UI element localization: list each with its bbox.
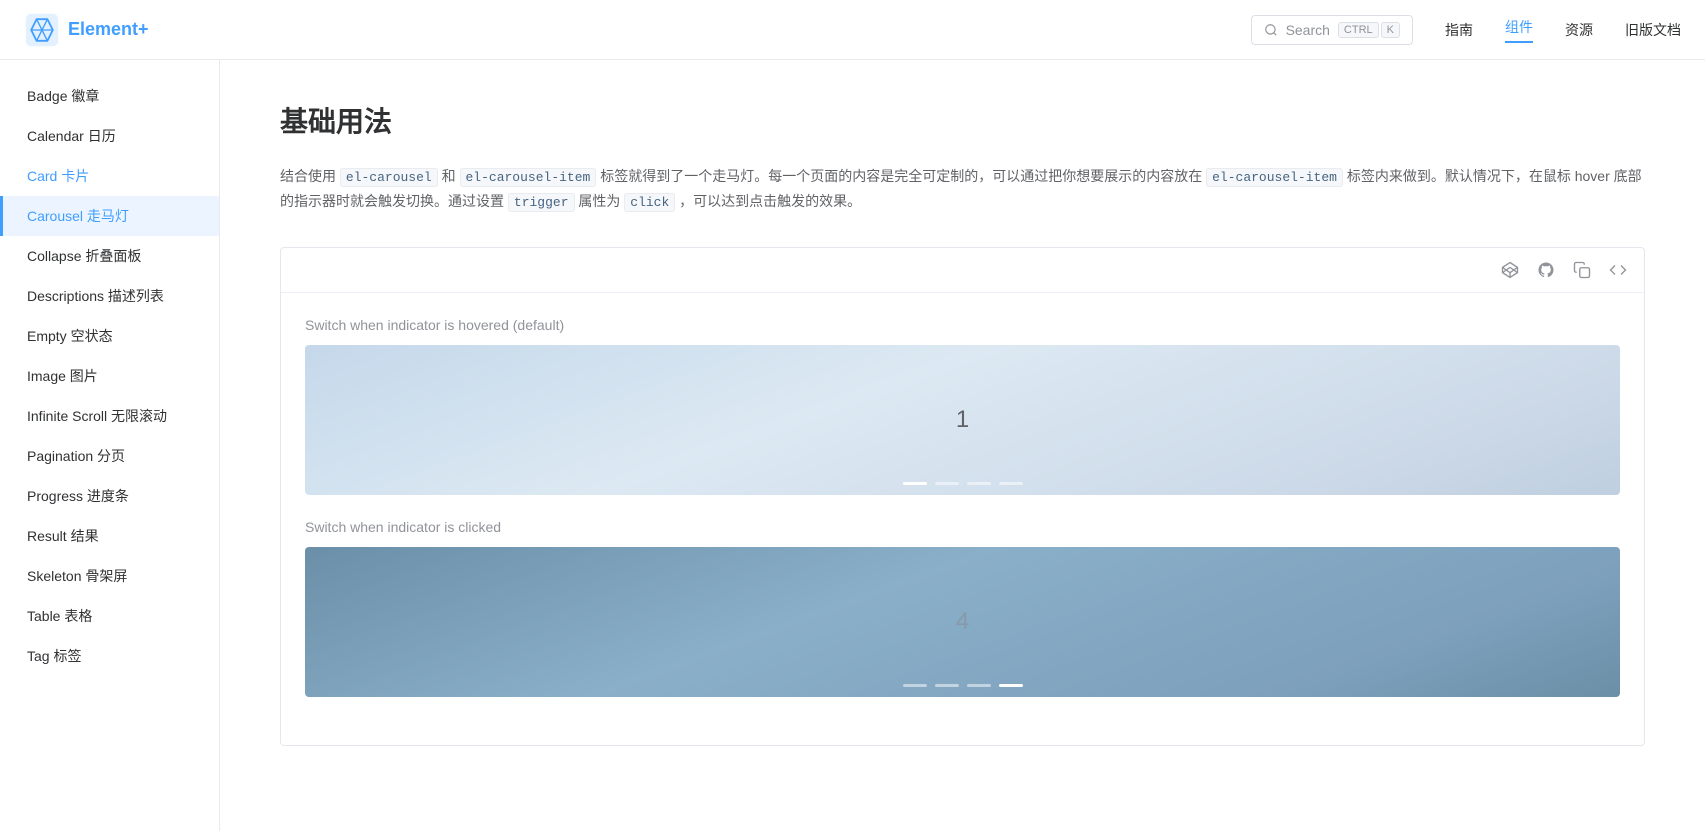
carousel-indicator-1[interactable] — [903, 482, 927, 485]
carousel-click-indicator-2[interactable] — [935, 684, 959, 687]
carousel-click-indicator-4[interactable] — [999, 684, 1023, 687]
carousel-hover-wrapper[interactable]: 1 — [305, 345, 1620, 495]
demo-card: Switch when indicator is hovered (defaul… — [280, 247, 1645, 746]
demo-content: Switch when indicator is hovered (defaul… — [281, 293, 1644, 745]
carousel-click-indicators — [903, 684, 1023, 687]
header: Element+ Search CTRL K 指南 组件 资源 旧版文档 — [0, 0, 1705, 60]
sidebar-item-progress[interactable]: Progress 进度条 — [0, 476, 219, 516]
search-label: Search — [1286, 22, 1330, 38]
sidebar-item-result[interactable]: Result 结果 — [0, 516, 219, 556]
logo-icon — [24, 12, 60, 48]
carousel-hover-section: Switch when indicator is hovered (defaul… — [305, 317, 1620, 495]
sidebar-item-infinite-scroll[interactable]: Infinite Scroll 无限滚动 — [0, 396, 219, 436]
header-nav: Search CTRL K 指南 组件 资源 旧版文档 — [1251, 15, 1681, 45]
carousel-hover-indicators — [903, 482, 1023, 485]
sidebar-item-skeleton[interactable]: Skeleton 骨架屏 — [0, 556, 219, 596]
carousel-click-indicator-3[interactable] — [967, 684, 991, 687]
sidebar-item-badge[interactable]: Badge 徽章 — [0, 76, 219, 116]
kbd-k: K — [1381, 22, 1400, 38]
carousel-indicator-3[interactable] — [967, 482, 991, 485]
main-content: 基础用法 结合使用 el-carousel 和 el-carousel-item… — [220, 60, 1705, 831]
search-bar[interactable]: Search CTRL K — [1251, 15, 1413, 45]
copy-icon[interactable] — [1572, 260, 1592, 280]
logo[interactable]: Element+ — [24, 12, 149, 48]
nav-resources[interactable]: 资源 — [1565, 20, 1593, 40]
layout: Badge 徽章 Calendar 日历 Card 卡片 Carousel 走马… — [0, 60, 1705, 831]
carousel-click-slide: 4 — [305, 547, 1620, 697]
carousel-slide-number: 1 — [956, 406, 969, 434]
carousel-indicator-4[interactable] — [999, 482, 1023, 485]
kbd-ctrl: CTRL — [1338, 22, 1379, 38]
nav-components[interactable]: 组件 — [1505, 17, 1533, 43]
carousel-hover-slide: 1 — [305, 345, 1620, 495]
carousel-indicator-2[interactable] — [935, 482, 959, 485]
sidebar-item-tag[interactable]: Tag 标签 — [0, 636, 219, 676]
sidebar-item-image[interactable]: Image 图片 — [0, 356, 219, 396]
sidebar-item-descriptions[interactable]: Descriptions 描述列表 — [0, 276, 219, 316]
codepen-icon[interactable] — [1500, 260, 1520, 280]
search-icon — [1264, 23, 1278, 37]
sidebar-item-empty[interactable]: Empty 空状态 — [0, 316, 219, 356]
carousel-click-indicator-1[interactable] — [903, 684, 927, 687]
logo-text: Element+ — [68, 19, 149, 40]
code-icon[interactable] — [1608, 260, 1628, 280]
nav-guide[interactable]: 指南 — [1445, 20, 1473, 40]
carousel-click-label: Switch when indicator is clicked — [305, 519, 1620, 535]
carousel-click-slide-number: 4 — [956, 608, 969, 636]
page-title: 基础用法 — [280, 100, 1645, 140]
search-kbd: CTRL K — [1338, 22, 1400, 38]
sidebar-item-pagination[interactable]: Pagination 分页 — [0, 436, 219, 476]
carousel-click-wrapper[interactable]: 4 — [305, 547, 1620, 697]
carousel-hover-label: Switch when indicator is hovered (defaul… — [305, 317, 1620, 333]
github-icon[interactable] — [1536, 260, 1556, 280]
sidebar-item-calendar[interactable]: Calendar 日历 — [0, 116, 219, 156]
demo-toolbar — [281, 248, 1644, 293]
description: 结合使用 el-carousel 和 el-carousel-item 标签就得… — [280, 164, 1645, 215]
carousel-click-section: Switch when indicator is clicked 4 — [305, 519, 1620, 697]
sidebar-item-collapse[interactable]: Collapse 折叠面板 — [0, 236, 219, 276]
sidebar: Badge 徽章 Calendar 日历 Card 卡片 Carousel 走马… — [0, 60, 220, 831]
sidebar-item-card[interactable]: Card 卡片 — [0, 156, 219, 196]
sidebar-item-carousel[interactable]: Carousel 走马灯 — [0, 196, 219, 236]
nav-legacy[interactable]: 旧版文档 — [1625, 20, 1681, 40]
sidebar-item-table[interactable]: Table 表格 — [0, 596, 219, 636]
